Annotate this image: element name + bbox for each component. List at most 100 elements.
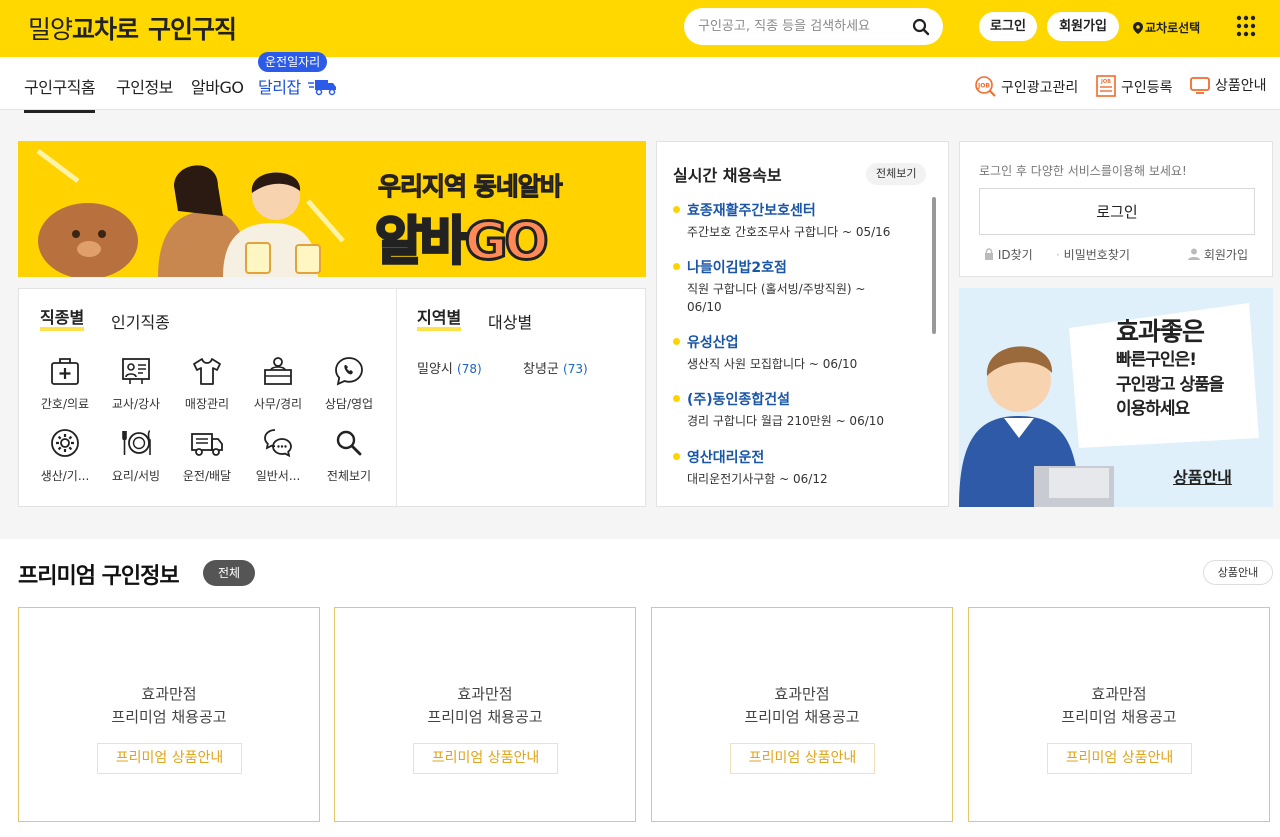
top-header: 밀양교차로 구인구직 로그인 회원가입 교차로선택 xyxy=(0,0,1280,57)
tab-albago[interactable]: 알바GO xyxy=(191,74,244,98)
premium-product-button[interactable]: 프리미엄 상품안내 xyxy=(97,743,242,774)
grid-menu-icon[interactable] xyxy=(1236,15,1256,37)
company-name[interactable]: 유성산업 xyxy=(687,332,739,352)
driving-jobs-badge: 운전일자리 xyxy=(258,52,328,72)
region-changnyeong[interactable]: 창녕군 (73) xyxy=(523,358,588,377)
category-store-management[interactable]: 매장관리 xyxy=(174,355,240,412)
job-description[interactable]: 직원 구합니다 (홀서빙/주방직원) ~ 06/10 xyxy=(687,280,897,316)
tab-dallijob[interactable]: 달리잡 xyxy=(258,74,338,98)
header-join-button[interactable]: 회원가입 xyxy=(1047,12,1119,41)
find-id-label: ID찾기 xyxy=(997,248,1033,262)
category-general-service[interactable]: 일반서... xyxy=(245,427,311,484)
nav-product-guide[interactable]: 상품안내 xyxy=(1190,75,1267,95)
teacher-board-icon xyxy=(122,358,150,384)
search-icon xyxy=(336,430,362,456)
category-production[interactable]: 생산/기... xyxy=(32,427,98,484)
delivery-truck-icon xyxy=(308,80,337,96)
region-name: 밀양시 xyxy=(417,362,453,377)
office-desk-icon xyxy=(264,357,292,385)
monitor-icon xyxy=(1190,77,1210,94)
company-name[interactable]: 효종재활주간보호센터 xyxy=(687,200,816,220)
realtime-view-all-button[interactable]: 전체보기 xyxy=(866,163,927,185)
premium-card: 효과만점 프리미엄 채용공고 프리미엄 상품안내 xyxy=(968,607,1270,822)
logo-section: 구인구직 xyxy=(148,15,237,44)
ad-product-guide-link[interactable]: 상품안내 xyxy=(1173,464,1232,488)
realtime-jobs-panel: 실시간 채용속보 전체보기 효종재활주간보호센터 주간보호 간호조무사 구합니다… xyxy=(656,141,949,507)
category-label: 생산/기... xyxy=(40,469,90,483)
shirt-icon xyxy=(193,358,221,385)
nav-product-guide-label: 상품안내 xyxy=(1215,78,1267,94)
albago-banner[interactable]: 우리지역 동네알바 알바GO xyxy=(18,141,646,277)
find-password-link[interactable]: · 비밀번호찾기 xyxy=(1056,246,1130,263)
login-box: 로그인 후 다양한 서비스를이용해 보세요! 로그인 ID찾기 · 비밀번호찾기… xyxy=(959,141,1273,277)
category-office[interactable]: 사무/경리 xyxy=(245,355,311,412)
premium-guide-button[interactable]: 상품안내 xyxy=(1203,560,1273,585)
job-description[interactable]: 생산직 사원 모집합니다 ~ 06/10 xyxy=(687,355,897,373)
site-logo[interactable]: 밀양교차로 구인구직 xyxy=(28,10,237,46)
category-view-all[interactable]: 전체보기 xyxy=(316,427,382,484)
category-driving-delivery[interactable]: 운전/배달 xyxy=(174,427,240,484)
tab-by-region[interactable]: 지역별 xyxy=(417,309,462,331)
region-miryang[interactable]: 밀양시 (78) xyxy=(417,358,482,377)
ad-product-banner[interactable]: 효과좋은 빠른구인은! 구인광고 상품을 이용하세요 상품안내 xyxy=(959,288,1273,507)
job-description[interactable]: 경리 구합니다 월급 210만원 ~ 06/10 xyxy=(687,412,897,430)
ad-headline: 효과좋은 xyxy=(1116,317,1205,346)
category-label: 간호/의료 xyxy=(40,397,90,411)
region-name: 창녕군 xyxy=(523,362,559,377)
premium-product-button[interactable]: 프리미엄 상품안내 xyxy=(1047,743,1192,774)
company-name[interactable]: (주)동인종합건설 xyxy=(687,389,790,409)
nav-job-register[interactable]: JOB 구인등록 xyxy=(1096,75,1173,97)
tab-popular-jobs[interactable]: 인기직종 xyxy=(111,309,170,333)
premium-all-button[interactable]: 전체 xyxy=(203,560,255,586)
category-nursing-medical[interactable]: 간호/의료 xyxy=(32,355,98,412)
nav-ad-manage-label: 구인광고관리 xyxy=(1001,80,1079,96)
category-label: 요리/서빙 xyxy=(111,469,161,483)
banner-illustration xyxy=(36,149,345,277)
category-consulting-sales[interactable]: 상담/영업 xyxy=(316,355,382,412)
job-description[interactable]: 주간보호 간호조무사 구합니다 ~ 05/16 xyxy=(687,223,897,241)
company-name[interactable]: 나들이김밥2호점 xyxy=(687,257,787,277)
gear-icon xyxy=(51,429,79,457)
login-hint: 로그인 후 다양한 서비스를이용해 보세요! xyxy=(979,164,1187,178)
svg-text:JOB: JOB xyxy=(977,83,990,90)
ad-line3: 구인광고 상품을 xyxy=(1116,375,1224,395)
login-button[interactable]: 로그인 xyxy=(979,188,1255,235)
bullet-dot xyxy=(673,263,680,270)
tab-job-info[interactable]: 구인정보 xyxy=(116,74,173,98)
company-name[interactable]: 영산대리운전 xyxy=(687,447,764,467)
banner-headline: 우리지역 동네알바 xyxy=(378,172,564,202)
premium-product-button[interactable]: 프리미엄 상품안내 xyxy=(413,743,558,774)
premium-card-line1: 효과만점 xyxy=(774,685,830,703)
realtime-scrollbar[interactable] xyxy=(932,197,936,334)
premium-card: 효과만점 프리미엄 채용공고 프리미엄 상품안내 xyxy=(18,607,320,822)
region-select-label: 교차로선택 xyxy=(1145,21,1201,35)
category-teacher[interactable]: 교사/강사 xyxy=(103,355,169,412)
join-link[interactable]: 회원가입 xyxy=(1188,246,1248,263)
search-icon[interactable] xyxy=(912,18,930,36)
nav-job-register-label: 구인등록 xyxy=(1121,80,1173,96)
premium-card-line2: 프리미엄 채용공고 xyxy=(427,708,543,726)
logo-name: 교차로 xyxy=(72,15,139,44)
region-count: (73) xyxy=(563,362,588,376)
category-label: 사무/경리 xyxy=(253,397,303,411)
tab-home[interactable]: 구인구직홈 xyxy=(24,74,96,113)
category-label: 매장관리 xyxy=(184,397,230,411)
search-input[interactable] xyxy=(698,16,908,37)
banner-logo-text: 알바GO xyxy=(374,199,551,274)
region-select[interactable]: 교차로선택 xyxy=(1133,19,1200,36)
join-label: 회원가입 xyxy=(1203,248,1248,262)
user-icon xyxy=(1188,248,1200,260)
header-login-button[interactable]: 로그인 xyxy=(979,12,1037,41)
job-description[interactable]: 대리운전기사구함 ~ 06/12 xyxy=(687,470,897,488)
tab-by-job[interactable]: 직종별 xyxy=(40,309,85,331)
bullet-dot xyxy=(673,395,680,402)
realtime-title: 실시간 채용속보 xyxy=(673,166,782,185)
dish-cutlery-icon xyxy=(122,430,151,455)
premium-product-button[interactable]: 프리미엄 상품안내 xyxy=(730,743,875,774)
find-id-link[interactable]: ID찾기 xyxy=(984,246,1033,263)
nav-ad-manage[interactable]: JOB 구인광고관리 xyxy=(974,75,1078,97)
premium-card-line1: 효과만점 xyxy=(141,685,197,703)
tab-by-target[interactable]: 대상별 xyxy=(488,309,532,333)
category-cooking-serving[interactable]: 요리/서빙 xyxy=(103,427,169,484)
truck-icon xyxy=(191,433,223,456)
